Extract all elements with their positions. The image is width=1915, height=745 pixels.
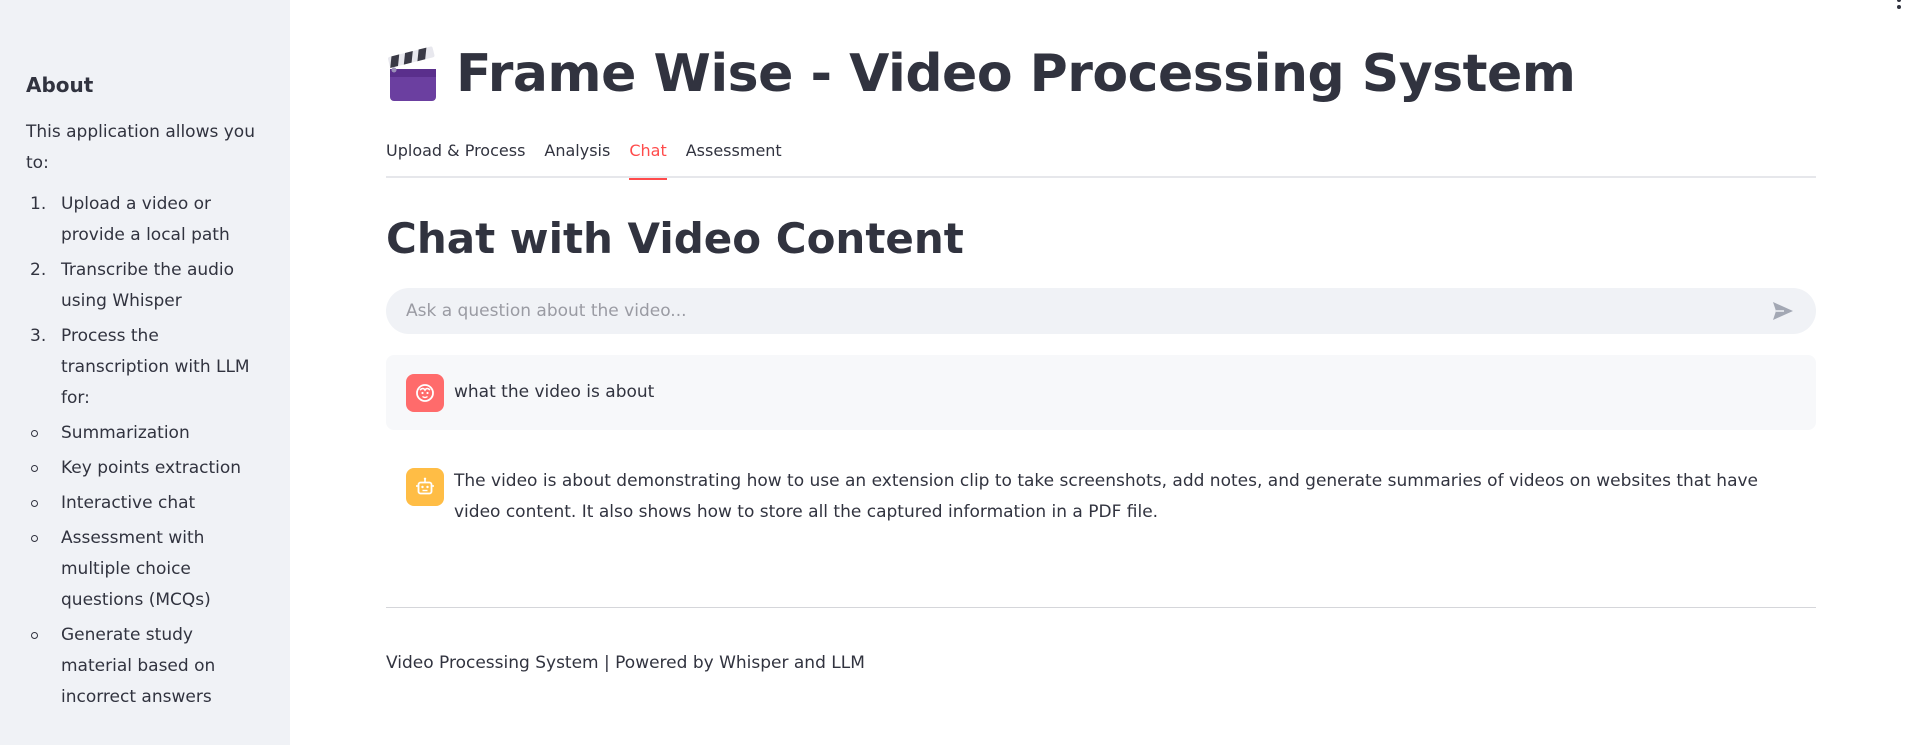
step-text: Transcribe the audio using Whisper: [61, 260, 235, 311]
main-menu-button[interactable]: [1893, 0, 1905, 14]
feature-item: Key points extraction: [26, 453, 264, 484]
footer-divider: [386, 607, 1816, 608]
footer-text: Video Processing System | Powered by Whi…: [386, 653, 865, 673]
assistant-message-text: The video is about demonstrating how to …: [454, 471, 1759, 522]
feature-text: Key points extraction: [61, 458, 242, 478]
menu-dot: [1897, 5, 1901, 9]
bullet-icon: [31, 430, 38, 437]
bullet-icon: [31, 500, 38, 507]
feature-text: Assessment with multiple choice question…: [61, 528, 211, 610]
step-item: 1. Upload a video or provide a local pat…: [26, 189, 264, 251]
send-icon: [1773, 302, 1793, 320]
chat-message-user: what the video is about: [386, 355, 1816, 430]
tab-analysis[interactable]: Analysis: [544, 138, 610, 178]
bullet-icon: [31, 632, 38, 639]
sidebar-intro: This application allows you to:: [26, 122, 255, 173]
tab-bar: Upload & Process Analysis Chat Assessmen…: [386, 138, 1816, 180]
steps-list: 1. Upload a video or provide a local pat…: [26, 189, 264, 713]
feature-item: Assessment with multiple choice question…: [26, 523, 264, 616]
feature-item: Summarization: [26, 418, 264, 449]
step-item: 2. Transcribe the audio using Whisper: [26, 255, 264, 317]
bullet-icon: [31, 535, 38, 542]
chat-input-bar: [386, 288, 1816, 334]
feature-text: Interactive chat: [61, 493, 196, 513]
user-message-text: what the video is about: [454, 382, 655, 402]
tab-chat[interactable]: Chat: [629, 138, 668, 180]
chat-input[interactable]: [406, 301, 1770, 321]
sidebar-heading: About: [26, 73, 94, 97]
tab-assessment[interactable]: Assessment: [686, 138, 782, 178]
step-number: 3.: [30, 326, 47, 346]
sidebar: About This application allows you to: 1.…: [0, 0, 290, 745]
robot-icon: [416, 477, 434, 495]
step-number: 1.: [30, 194, 47, 214]
assistant-avatar: [406, 468, 444, 506]
app-root: About This application allows you to: 1.…: [0, 0, 1915, 745]
step-text: Upload a video or provide a local path: [61, 194, 230, 245]
features-list: Summarization Key points extraction Inte…: [26, 418, 264, 713]
menu-dot: [1897, 0, 1901, 2]
user-avatar: [406, 373, 444, 412]
feature-item: Generate study material based on incorre…: [26, 620, 264, 713]
send-button[interactable]: [1770, 298, 1796, 324]
step-text: Process the transcription with LLM for:: [61, 326, 250, 408]
page-header: Frame Wise - Video Processing System: [386, 44, 1576, 104]
page-title: Frame Wise - Video Processing System: [456, 44, 1576, 104]
step-item: 3. Process the transcription with LLM fo…: [26, 321, 264, 713]
feature-item: Interactive chat: [26, 488, 264, 519]
bullet-icon: [31, 465, 38, 472]
step-number: 2.: [30, 260, 47, 280]
clapper-board-icon: [388, 46, 436, 101]
tab-upload-process[interactable]: Upload & Process: [386, 138, 525, 178]
chat-message-assistant: The video is about demonstrating how to …: [386, 468, 1816, 528]
chat-section-title: Chat with Video Content: [386, 214, 964, 263]
feature-text: Generate study material based on incorre…: [61, 625, 216, 707]
user-face-icon: [416, 383, 434, 402]
feature-text: Summarization: [61, 423, 190, 443]
